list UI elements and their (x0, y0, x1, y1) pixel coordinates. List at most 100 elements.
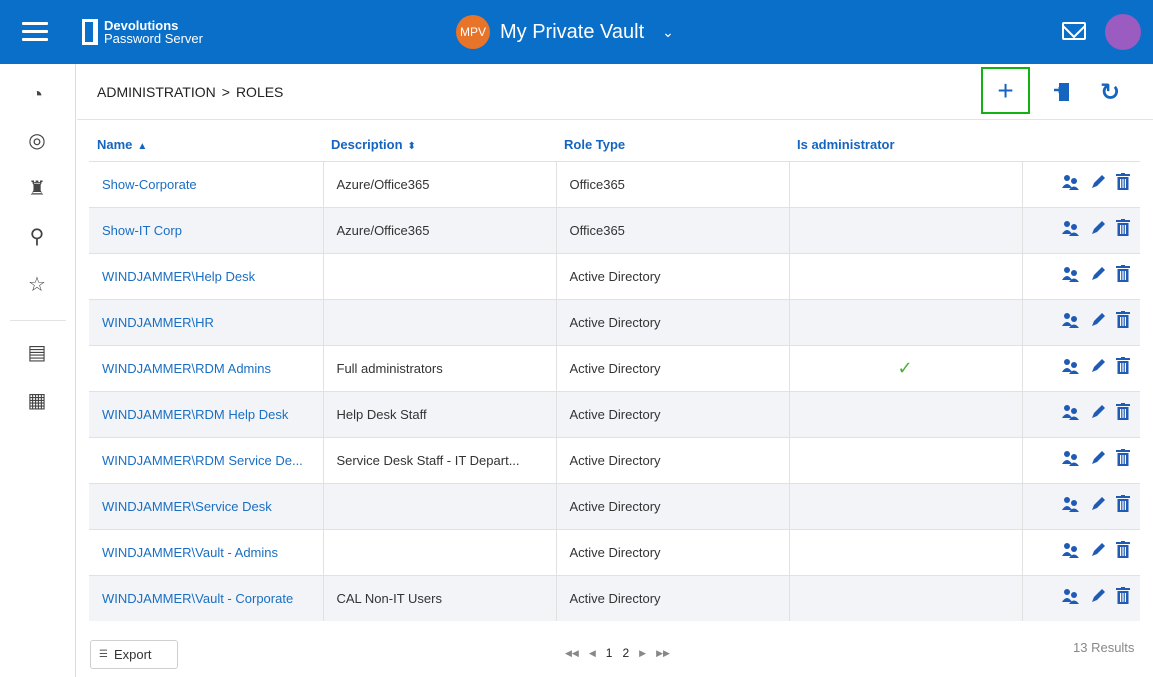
delete-icon[interactable] (1116, 495, 1130, 517)
breadcrumb-administration[interactable]: ADMINISTRATION (97, 84, 216, 100)
members-icon[interactable] (1062, 358, 1080, 379)
role-name-link[interactable]: WINDJAMMER\Vault - Admins (89, 528, 323, 575)
table-row[interactable]: WINDJAMMER\RDM Service De... Service Desk… (89, 436, 1140, 483)
role-name-link[interactable]: WINDJAMMER\Vault - Corporate (89, 574, 323, 621)
chevron-down-icon: ⌄ (662, 23, 674, 40)
delete-icon[interactable] (1116, 587, 1130, 609)
edit-icon[interactable] (1090, 312, 1106, 333)
vault-icon[interactable]: ◎ (24, 128, 50, 154)
page-1-button[interactable]: 1 (606, 646, 613, 660)
table-row[interactable]: Show-IT Corp Azure/Office365 Office365 (89, 206, 1140, 253)
role-name-link[interactable]: WINDJAMMER\RDM Service De... (89, 436, 323, 483)
top-bar: Devolutions Password Server MPV My Priva… (0, 0, 1153, 64)
table-row[interactable]: WINDJAMMER\Vault - Corporate CAL Non-IT U… (89, 574, 1140, 621)
search-icon[interactable]: ⚲ (24, 224, 50, 250)
table-row[interactable]: WINDJAMMER\Help Desk Active Directory (89, 252, 1140, 299)
first-page-icon[interactable]: ◀◀ (565, 648, 579, 659)
delete-icon[interactable] (1116, 265, 1130, 287)
role-name-link[interactable]: WINDJAMMER\Service Desk (89, 482, 323, 529)
is-administrator-cell (788, 252, 1022, 299)
avatar[interactable] (1105, 14, 1141, 50)
import-button[interactable] (1039, 64, 1085, 120)
breadcrumb-roles: ROLES (235, 84, 284, 100)
column-header-role-type[interactable]: Role Type (556, 128, 789, 161)
role-name-link[interactable]: WINDJAMMER\RDM Admins (89, 344, 323, 391)
previous-page-icon[interactable]: ◀ (589, 648, 596, 659)
table-row[interactable]: WINDJAMMER\RDM Admins Full administrators… (89, 344, 1140, 391)
members-icon[interactable] (1062, 266, 1080, 287)
edit-icon[interactable] (1090, 496, 1106, 517)
devolutions-logo[interactable]: Devolutions Password Server (82, 14, 203, 50)
checkmark-icon (803, 496, 898, 516)
column-header-actions (1022, 128, 1140, 161)
role-name-link[interactable]: Show-Corporate (89, 160, 323, 207)
refresh-button[interactable]: ↻ (1087, 64, 1133, 120)
row-actions (1021, 344, 1140, 391)
delete-icon[interactable] (1116, 541, 1130, 563)
results-count: 13 Results (1073, 640, 1135, 655)
breadcrumb: ADMINISTRATION > ROLES (97, 84, 283, 100)
clipboard-icon[interactable]: ▤ (24, 340, 50, 366)
is-administrator-cell (788, 574, 1022, 621)
delete-icon[interactable] (1116, 311, 1130, 333)
delete-icon[interactable] (1116, 403, 1130, 425)
page-2-button[interactable]: 2 (622, 646, 629, 660)
vault-selector[interactable]: MPV My Private Vault ⌄ (456, 14, 674, 50)
is-administrator-cell: ✓ (788, 344, 1022, 391)
role-name-link[interactable]: WINDJAMMER\RDM Help Desk (89, 390, 323, 437)
is-administrator-cell (788, 206, 1022, 253)
members-icon[interactable] (1062, 588, 1080, 609)
edit-icon[interactable] (1090, 450, 1106, 471)
delete-icon[interactable] (1116, 219, 1130, 241)
role-type: Active Directory (555, 390, 789, 437)
user-settings-icon[interactable]: ♜ (24, 176, 50, 202)
members-icon[interactable] (1062, 542, 1080, 563)
role-name-link[interactable]: WINDJAMMER\HR (89, 298, 323, 345)
import-icon (1054, 83, 1069, 101)
pagination: ◀◀ ◀ 1 2 ▶ ▶▶ (560, 643, 675, 663)
edit-icon[interactable] (1090, 358, 1106, 379)
members-icon[interactable] (1062, 450, 1080, 471)
members-icon[interactable] (1062, 220, 1080, 241)
checkmark-icon (803, 220, 898, 240)
table-row[interactable]: Show-Corporate Azure/Office365 Office365 (89, 160, 1140, 207)
edit-icon[interactable] (1090, 404, 1106, 425)
export-button[interactable]: ☰ Export (90, 640, 178, 669)
role-description: Service Desk Staff - IT Depart... (322, 436, 556, 483)
edit-icon[interactable] (1090, 174, 1106, 195)
logo-subtitle: Password Server (104, 31, 203, 46)
role-type: Active Directory (555, 344, 789, 391)
export-label: Export (113, 647, 152, 662)
edit-icon[interactable] (1090, 220, 1106, 241)
mail-icon[interactable] (1062, 22, 1086, 40)
column-header-name[interactable]: Name ▲ (89, 128, 323, 161)
role-name-link[interactable]: Show-IT Corp (89, 206, 323, 253)
reports-icon[interactable]: ▦ (24, 388, 50, 414)
column-header-description[interactable]: Description ⬍ (323, 128, 556, 161)
edit-icon[interactable] (1090, 266, 1106, 287)
last-page-icon[interactable]: ▶▶ (656, 648, 670, 659)
table-row[interactable]: WINDJAMMER\RDM Help Desk Help Desk Staff A… (89, 390, 1140, 437)
role-name-link[interactable]: WINDJAMMER\Help Desk (89, 252, 323, 299)
members-icon[interactable] (1062, 312, 1080, 333)
hamburger-menu-icon[interactable] (22, 22, 48, 42)
role-type: Active Directory (555, 574, 789, 621)
add-role-button[interactable]: + (981, 67, 1030, 114)
dashboard-icon[interactable]: ◔ (24, 82, 50, 108)
table-row[interactable]: WINDJAMMER\Service Desk Active Directory (89, 482, 1140, 529)
delete-icon[interactable] (1116, 449, 1130, 471)
column-header-is-administrator[interactable]: Is administrator (789, 128, 1022, 161)
table-row[interactable]: WINDJAMMER\Vault - Admins Active Director… (89, 528, 1140, 575)
checkmark-icon (803, 266, 898, 286)
delete-icon[interactable] (1116, 357, 1130, 379)
next-page-icon[interactable]: ▶ (639, 648, 646, 659)
star-icon[interactable]: ☆ (24, 272, 50, 298)
members-icon[interactable] (1062, 496, 1080, 517)
delete-icon[interactable] (1116, 173, 1130, 195)
table-row[interactable]: WINDJAMMER\HR Active Directory (89, 298, 1140, 345)
edit-icon[interactable] (1090, 542, 1106, 563)
members-icon[interactable] (1062, 174, 1080, 195)
edit-icon[interactable] (1090, 588, 1106, 609)
members-icon[interactable] (1062, 404, 1080, 425)
table-header-row: Name ▲ Description ⬍ Role Type Is administ… (89, 128, 1140, 161)
